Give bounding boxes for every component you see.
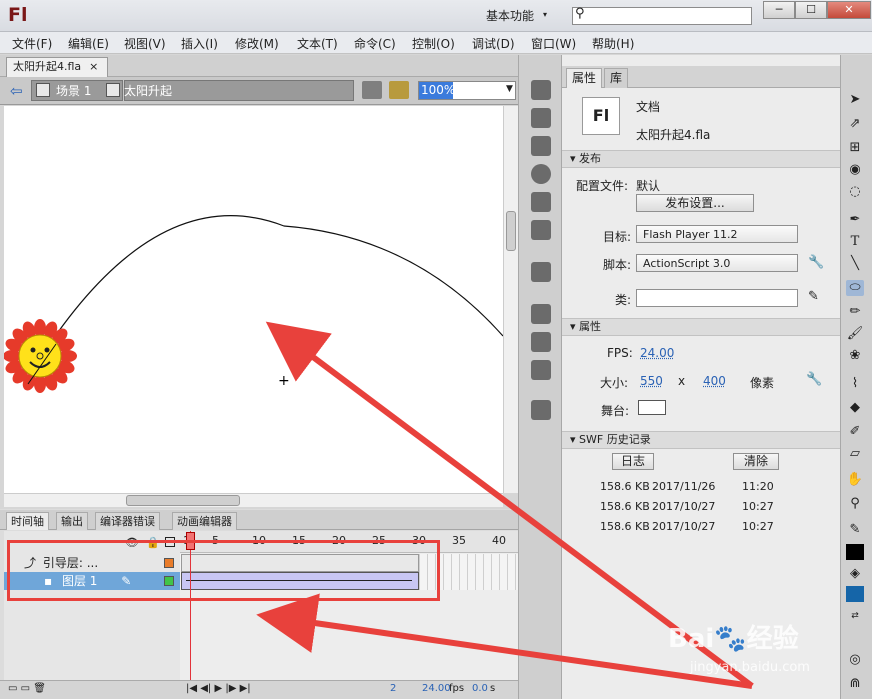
paw-icon: 🐾 [714, 624, 747, 654]
watermark-brand-text: Bai [668, 624, 715, 654]
watermark-brand-text2: 经验 [746, 624, 799, 654]
watermark-brand: Bai🐾经验 [668, 618, 799, 655]
annotation-arrows [256, 321, 754, 689]
watermark-url: jingyan.baidu.com [690, 660, 810, 675]
